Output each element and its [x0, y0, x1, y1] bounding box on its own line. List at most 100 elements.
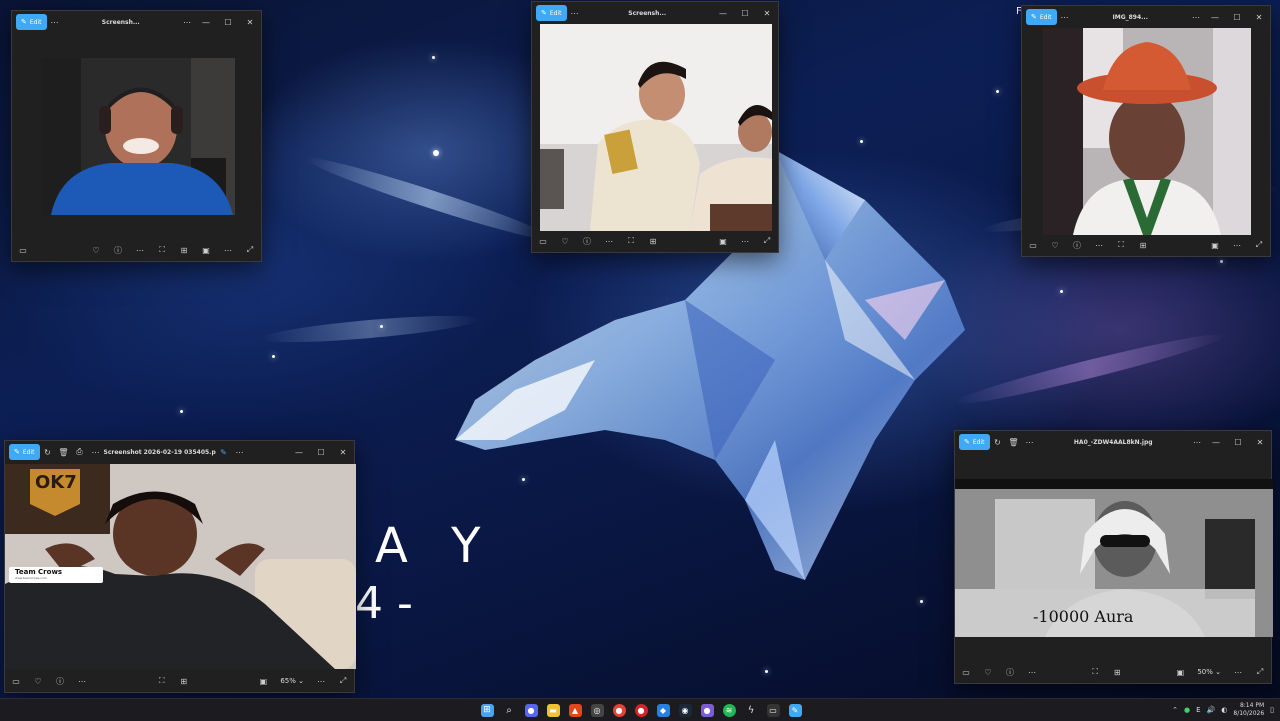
app-blue-icon[interactable]: ◆	[652, 700, 674, 720]
search-icon[interactable]: ⌕	[498, 700, 520, 720]
discord-app-icon[interactable]: ●	[520, 700, 542, 720]
close-icon[interactable]: ✕	[332, 448, 354, 457]
more-icon[interactable]: ⋯	[734, 237, 756, 246]
show-desktop-icon[interactable]: ▯	[1270, 706, 1274, 714]
slideshow-icon[interactable]: ▣	[712, 237, 734, 246]
title-bar[interactable]: ✎ Edit ↻ 🗑 ⎙ ⋯ Screenshot 2026-02-19 0354…	[5, 441, 354, 463]
slideshow-icon[interactable]: ▣	[252, 677, 274, 686]
info-icon[interactable]: ⓘ	[999, 667, 1021, 678]
windows-start-icon[interactable]: ⊞	[476, 700, 498, 720]
crop-icon[interactable]: ⛶	[1084, 667, 1106, 677]
edit-button[interactable]: ✎ Edit	[16, 14, 47, 30]
rotate-icon[interactable]: ↻	[40, 448, 56, 457]
more-icon[interactable]: ⋯	[129, 246, 151, 255]
filmstrip-icon[interactable]: ▭	[955, 668, 977, 677]
volume-icon[interactable]: 🔊	[1207, 706, 1216, 714]
filmstrip-icon[interactable]: ▭	[5, 677, 27, 686]
close-icon[interactable]: ✕	[756, 9, 778, 18]
minimize-icon[interactable]: —	[195, 18, 217, 27]
chevron-up-icon[interactable]: ⌃	[1172, 706, 1178, 714]
app-terminal-icon[interactable]: ▭	[762, 700, 784, 720]
app-red-icon[interactable]: ●	[630, 700, 652, 720]
more-icon[interactable]: ⋯	[179, 18, 195, 27]
info-icon[interactable]: ⓘ	[1066, 240, 1088, 251]
filmstrip-icon[interactable]: ▭	[532, 237, 554, 246]
spotify-icon[interactable]: ≋	[718, 700, 740, 720]
fit-icon[interactable]: ⊞	[1106, 668, 1128, 677]
minimize-icon[interactable]: —	[1204, 13, 1226, 22]
expand-icon[interactable]: ⤢	[1249, 667, 1271, 677]
crop-icon[interactable]: ⛶	[620, 236, 642, 246]
minimize-icon[interactable]: —	[712, 9, 734, 18]
more-icon[interactable]: ⋯	[71, 677, 93, 686]
more-icon[interactable]: ⋯	[567, 9, 583, 18]
more-icon[interactable]: ⋯	[598, 237, 620, 246]
photos-window[interactable]: ✎ Edit ⋯ Screensh... — ☐ ✕ ▭ ♡ ⓘ ⋯ ⛶ ⊞ ▣ …	[531, 1, 779, 253]
more-icon[interactable]: ⋯	[47, 18, 63, 27]
more-icon[interactable]: ⋯	[1188, 13, 1204, 22]
title-bar[interactable]: ✎ Edit ⋯ IMG_894... ⋯ — ☐ ✕	[1022, 6, 1270, 28]
delete-icon[interactable]: 🗑	[56, 448, 72, 457]
file-explorer-icon[interactable]: ▬	[542, 700, 564, 720]
info-icon[interactable]: ⓘ	[107, 245, 129, 256]
zoom-level-dropdown[interactable]: 65% ⌄	[274, 677, 310, 685]
close-icon[interactable]: ✕	[239, 18, 261, 27]
more-icon[interactable]: ⋯	[232, 448, 248, 457]
expand-icon[interactable]: ⤢	[756, 236, 778, 246]
info-icon[interactable]: ⓘ	[49, 676, 71, 687]
more-icon[interactable]: ⋯	[1057, 13, 1073, 22]
clock[interactable]: 8:14 PM 8/10/2026	[1233, 702, 1264, 718]
edit-button[interactable]: ✎ Edit	[1026, 9, 1057, 25]
more-icon[interactable]: ⋯	[217, 246, 239, 255]
photos-window[interactable]: ✎ Edit ⋯ IMG_894... ⋯ — ☐ ✕ ▭ ♡ ⓘ ⋯ ⛶ ⊞ ▣…	[1021, 5, 1271, 257]
title-bar[interactable]: ✎ Edit ⋯ Screensh... ⋯ — ☐ ✕	[12, 11, 261, 33]
close-icon[interactable]: ✕	[1249, 438, 1271, 447]
maximize-icon[interactable]: ☐	[1227, 438, 1249, 447]
heart-icon[interactable]: ♡	[1044, 241, 1066, 250]
chrome-icon[interactable]: ●	[608, 700, 630, 720]
fit-icon[interactable]: ⊞	[1132, 241, 1154, 250]
maximize-icon[interactable]: ☐	[734, 9, 756, 18]
microphone-icon[interactable]: ●	[1184, 706, 1190, 714]
language-indicator[interactable]: E	[1196, 706, 1200, 714]
brave-browser-icon[interactable]: ▲	[564, 700, 586, 720]
edit-button[interactable]: ✎ Edit	[9, 444, 40, 460]
maximize-icon[interactable]: ☐	[310, 448, 332, 457]
expand-icon[interactable]: ⤢	[239, 245, 261, 255]
crop-icon[interactable]: ⛶	[1110, 240, 1132, 250]
maximize-icon[interactable]: ☐	[217, 18, 239, 27]
more-icon[interactable]: ⋯	[1226, 241, 1248, 250]
slideshow-icon[interactable]: ▣	[195, 246, 217, 255]
minimize-icon[interactable]: —	[288, 448, 310, 457]
photos-window[interactable]: ✎ Edit ↻ 🗑 ⎙ ⋯ Screenshot 2026-02-19 0354…	[4, 440, 356, 693]
heart-icon[interactable]: ♡	[85, 246, 107, 255]
heart-icon[interactable]: ♡	[554, 237, 576, 246]
more-icon[interactable]: ⋯	[1227, 668, 1249, 677]
crop-icon[interactable]: ⛶	[151, 676, 173, 686]
title-bar[interactable]: ✎ Edit ⋯ Screensh... — ☐ ✕	[532, 2, 778, 24]
expand-icon[interactable]: ⤢	[332, 676, 354, 686]
edit-icon[interactable]: ✎	[216, 448, 232, 457]
notifications-icon[interactable]: ◐	[1221, 706, 1227, 714]
edit-button[interactable]: ✎ Edit	[959, 434, 990, 450]
heart-icon[interactable]: ♡	[27, 677, 49, 686]
fit-icon[interactable]: ⊞	[173, 246, 195, 255]
photos-window[interactable]: ✎ Edit ⋯ Screensh... ⋯ — ☐ ✕ ▭ ♡ ⓘ ⋯ ⛶ ⊞ …	[11, 10, 262, 262]
minimize-icon[interactable]: —	[1205, 438, 1227, 447]
filmstrip-icon[interactable]: ▭	[1022, 241, 1044, 250]
steam-icon[interactable]: ◉	[674, 700, 696, 720]
app-lightning-icon[interactable]: ϟ	[740, 700, 762, 720]
more-icon[interactable]: ⋯	[1088, 241, 1110, 250]
maximize-icon[interactable]: ☐	[1226, 13, 1248, 22]
app-purple-icon[interactable]: ●	[696, 700, 718, 720]
filmstrip-icon[interactable]: ▭	[12, 246, 34, 255]
photos-window[interactable]: ✎ Edit ↻ 🗑 ⋯ HA0_-ZDW4AAL8kN.jpg ⋯ — ☐ ✕ …	[954, 430, 1273, 684]
title-bar[interactable]: ✎ Edit ↻ 🗑 ⋯ HA0_-ZDW4AAL8kN.jpg ⋯ — ☐ ✕	[955, 431, 1271, 453]
edit-button[interactable]: ✎ Edit	[536, 5, 567, 21]
more-icon[interactable]: ⋯	[1021, 668, 1043, 677]
fit-icon[interactable]: ⊞	[642, 237, 664, 246]
rotate-icon[interactable]: ↻	[990, 438, 1006, 447]
more-icon[interactable]: ⋯	[1022, 438, 1038, 447]
more-icon[interactable]: ⋯	[310, 677, 332, 686]
crop-icon[interactable]: ⛶	[151, 245, 173, 255]
